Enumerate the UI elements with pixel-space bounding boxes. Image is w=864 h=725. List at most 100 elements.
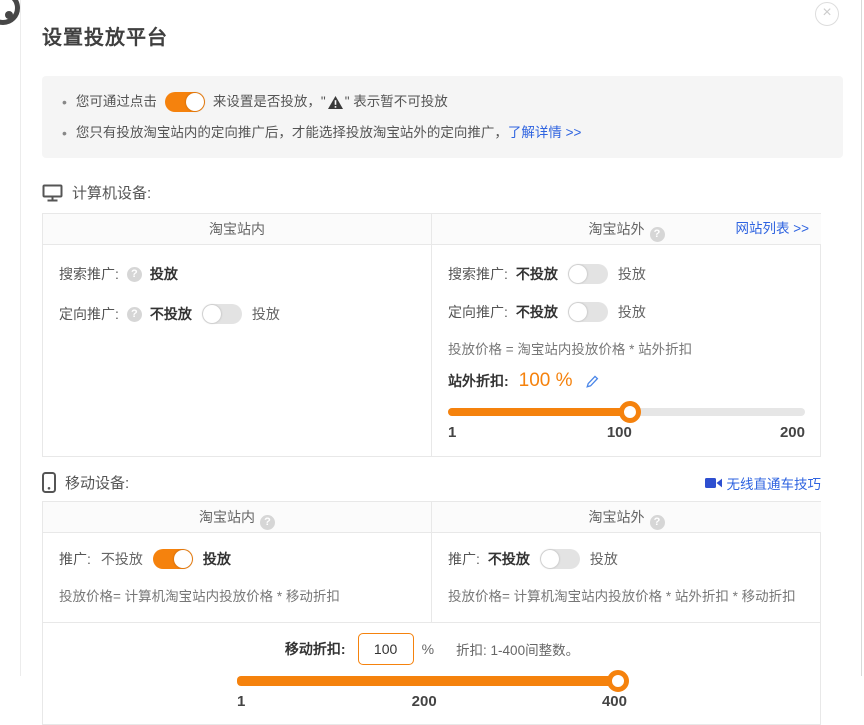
monitor-icon — [42, 184, 63, 202]
scale-mid: 200 — [412, 693, 437, 710]
scale-max: 400 — [602, 693, 627, 710]
offsite-price-formula: 投放价格 = 淘宝站内投放价格 * 站外折扣 — [448, 341, 805, 359]
offsite-discount-label: 站外折扣: — [448, 371, 509, 391]
computer-offsite-targeted-toggle[interactable] — [568, 302, 608, 322]
computer-onsite-header-label: 淘宝站内 — [209, 221, 265, 237]
help-icon[interactable] — [650, 227, 665, 242]
help-icon[interactable] — [127, 267, 142, 282]
edit-pencil-icon[interactable] — [585, 374, 600, 389]
computer-offsite-cell: 搜索推广: 不投放 投放 定向推广: 不投放 投放 投放价格 = 淘宝站内投放价… — [432, 245, 821, 456]
notice-line-1: • 您可通过点击 来设置是否投放，" " 表示暂不可投放 — [62, 91, 823, 113]
toggle-knob — [569, 303, 587, 321]
mobile-offsite-cell: 推广: 不投放 投放 投放价格= 计算机淘宝站内投放价格 * 站外折扣 * 移动… — [432, 533, 821, 622]
computer-onsite-search-row: 搜索推广: 投放 — [59, 262, 415, 286]
search-on-state: 投放 — [618, 262, 646, 286]
scale-max: 200 — [780, 424, 805, 441]
slider-fill — [448, 408, 630, 416]
mobile-onsite-header-label: 淘宝站内 — [199, 509, 255, 525]
scale-mid: 100 — [607, 424, 632, 441]
notice2-text: 您只有投放淘宝站内的定向推广后，才能选择投放淘宝站外的定向推广， — [76, 122, 508, 144]
scale-min: 1 — [448, 424, 456, 441]
offsite-discount-value: 100 % — [519, 370, 573, 392]
targeted-promo-label: 定向推广: — [448, 300, 508, 324]
computer-onsite-targeted-row: 定向推广: 不投放 投放 — [59, 302, 415, 326]
mobile-offsite-header-label: 淘宝站外 — [589, 509, 645, 525]
mobile-offsite-promo-row: 推广: 不投放 投放 — [448, 547, 805, 571]
search-promo-label: 搜索推广: — [59, 262, 119, 286]
slider-handle[interactable] — [619, 401, 641, 423]
offsite-discount-line: 站外折扣: 100 % — [448, 370, 805, 392]
toggle-knob — [569, 265, 587, 283]
notice-line-2: • 您只有投放淘宝站内的定向推广后，才能选择投放淘宝站外的定向推广， 了解详情 … — [62, 122, 823, 144]
search-off-state: 不投放 — [516, 262, 558, 286]
toggle-knob — [203, 305, 221, 323]
page-corner-icon — [0, 0, 20, 25]
mobile-section-title: 移动设备: — [65, 472, 129, 493]
promo-off-state: 不投放 — [488, 547, 530, 571]
notice1-post: " 表示暂不可投放 — [345, 91, 448, 113]
mobile-onsite-cell: 推广: 不投放 投放 投放价格= 计算机淘宝站内投放价格 * 移动折扣 — [43, 533, 432, 622]
mobile-offsite-promo-toggle[interactable] — [540, 549, 580, 569]
targeted-off-state: 不投放 — [150, 302, 192, 326]
search-promo-state: 投放 — [150, 262, 178, 286]
mobile-onsite-promo-toggle[interactable] — [153, 549, 193, 569]
promo-off-state: 不投放 — [101, 547, 143, 571]
video-icon — [705, 477, 722, 489]
warning-icon — [328, 96, 343, 109]
mobile-offsite-header: 淘宝站外 — [432, 502, 821, 533]
mobile-section-header: 移动设备: 无线直通车技巧 — [42, 472, 821, 493]
mobile-discount-line: 移动折扣: % 折扣: 1-400间整数。 — [43, 633, 821, 665]
mobile-table: 淘宝站内 淘宝站外 推广: 不投放 投放 投放价格= 计算机淘宝站内投放价格 *… — [42, 501, 821, 725]
computer-offsite-search-toggle[interactable] — [568, 264, 608, 284]
help-icon[interactable] — [260, 515, 275, 530]
notice1-mid: 来设置是否投放，" — [213, 91, 326, 113]
close-icon[interactable]: × — [815, 2, 839, 26]
help-icon[interactable] — [127, 307, 142, 322]
notice-box: • 您可通过点击 来设置是否投放，" " 表示暂不可投放 • 您只有投放淘宝站内… — [42, 76, 843, 158]
computer-offsite-search-row: 搜索推广: 不投放 投放 — [448, 262, 805, 286]
mobile-onsite-promo-row: 推广: 不投放 投放 — [59, 547, 415, 571]
toggle-knob — [174, 550, 192, 568]
computer-table: 淘宝站内 淘宝站外 网站列表 >> 搜索推广: 投放 定向推广: 不投放 投 — [42, 213, 821, 457]
example-toggle[interactable] — [165, 92, 205, 112]
page-title: 设置投放平台 — [42, 0, 861, 50]
promo-on-state: 投放 — [203, 547, 231, 571]
toggle-knob — [541, 550, 559, 568]
bullet-icon: • — [62, 91, 67, 113]
mobile-discount-input[interactable] — [358, 633, 414, 665]
scale-min: 1 — [237, 693, 245, 710]
help-icon[interactable] — [650, 515, 665, 530]
promo-label: 推广: — [448, 547, 480, 571]
computer-onsite-header: 淘宝站内 — [43, 214, 432, 245]
targeted-promo-label: 定向推广: — [59, 302, 119, 326]
wireless-tips-link[interactable]: 无线直通车技巧 — [727, 473, 822, 493]
phone-icon — [42, 472, 56, 493]
bullet-icon: • — [62, 122, 67, 144]
computer-onsite-targeted-toggle[interactable] — [202, 304, 242, 324]
targeted-on-state: 投放 — [618, 300, 646, 324]
mobile-discount-slider[interactable] — [237, 676, 627, 686]
site-list-link[interactable]: 网站列表 >> — [735, 214, 809, 244]
computer-offsite-header: 淘宝站外 网站列表 >> — [432, 214, 821, 245]
mobile-discount-label: 移动折扣: — [285, 639, 346, 659]
mobile-offsite-price-formula: 投放价格= 计算机淘宝站内投放价格 * 站外折扣 * 移动折扣 — [448, 588, 805, 606]
mobile-onsite-price-formula: 投放价格= 计算机淘宝站内投放价格 * 移动折扣 — [59, 588, 415, 606]
computer-offsite-targeted-row: 定向推广: 不投放 投放 — [448, 300, 805, 324]
promo-on-state: 投放 — [590, 547, 618, 571]
mobile-slider-scale: 1 200 400 — [237, 693, 627, 711]
mobile-discount-row: 移动折扣: % 折扣: 1-400间整数。 1 200 400 — [43, 622, 821, 724]
notice1-pre: 您可通过点击 — [76, 91, 157, 113]
learn-more-link[interactable]: 了解详情 >> — [508, 122, 582, 144]
computer-onsite-cell: 搜索推广: 投放 定向推广: 不投放 投放 — [43, 245, 432, 456]
computer-section-header: 计算机设备: — [42, 182, 821, 203]
slider-handle[interactable] — [607, 670, 629, 692]
toggle-knob — [186, 93, 204, 111]
computer-section-title: 计算机设备: — [72, 182, 151, 203]
targeted-off-state: 不投放 — [516, 300, 558, 324]
targeted-on-state: 投放 — [252, 302, 280, 326]
set-platform-dialog: × 设置投放平台 • 您可通过点击 来设置是否投放，" " 表示暂不可投放 • … — [20, 0, 862, 676]
slider-fill — [237, 676, 627, 686]
search-promo-label: 搜索推广: — [448, 262, 508, 286]
offsite-discount-slider[interactable] — [448, 408, 805, 416]
computer-offsite-header-label: 淘宝站外 — [589, 221, 645, 237]
